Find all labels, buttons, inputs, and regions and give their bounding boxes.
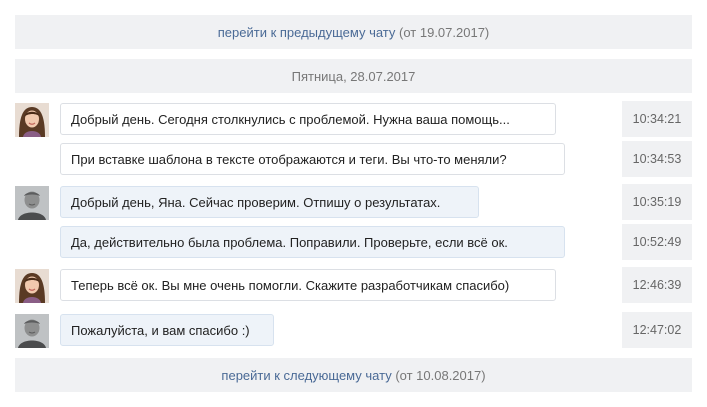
next-chat-date: (от 10.08.2017) <box>395 367 486 383</box>
message-row: Теперь всё ок. Вы мне очень помогли. Ска… <box>15 267 692 303</box>
message-bubble: Теперь всё ок. Вы мне очень помогли. Ска… <box>60 269 556 301</box>
message-row: Пожалуйста, и вам спасибо :) 12:47:02 <box>15 312 692 348</box>
message-bubble: Пожалуйста, и вам спасибо :) <box>60 314 274 346</box>
message-bubble: Добрый день. Сегодня столкнулись с пробл… <box>60 103 556 135</box>
message-row: Добрый день, Яна. Сейчас проверим. Отпиш… <box>15 184 692 220</box>
message-time: 10:35:19 <box>622 184 692 220</box>
date-header-label: Пятница, 28.07.2017 <box>291 68 416 84</box>
message-bubble: При вставке шаблона в тексте отображаютс… <box>60 143 565 175</box>
message-bubble: Да, действительно была проблема. Поправи… <box>60 226 565 258</box>
message-bubble: Добрый день, Яна. Сейчас проверим. Отпиш… <box>60 186 479 218</box>
message-time: 12:46:39 <box>622 267 692 303</box>
message-row: Да, действительно была проблема. Поправи… <box>15 224 692 260</box>
previous-chat-bar: перейти к предыдущему чату (от 19.07.201… <box>15 15 692 49</box>
next-chat-link[interactable]: перейти к следующему чату <box>221 368 391 383</box>
next-chat-bar: перейти к следующему чату (от 10.08.2017… <box>15 358 692 392</box>
date-header: Пятница, 28.07.2017 <box>15 59 692 93</box>
message-time: 10:34:21 <box>622 101 692 137</box>
previous-chat-link[interactable]: перейти к предыдущему чату <box>218 25 396 40</box>
message-time: 10:52:49 <box>622 224 692 260</box>
message-row: При вставке шаблона в тексте отображаютс… <box>15 141 692 177</box>
male-avatar <box>15 314 49 348</box>
message-row: Добрый день. Сегодня столкнулись с пробл… <box>15 101 692 137</box>
female-avatar <box>15 103 49 137</box>
male-avatar <box>15 186 49 220</box>
previous-chat-date: (от 19.07.2017) <box>399 24 490 40</box>
message-time: 10:34:53 <box>622 141 692 177</box>
female-avatar <box>15 269 49 303</box>
message-time: 12:47:02 <box>622 312 692 348</box>
